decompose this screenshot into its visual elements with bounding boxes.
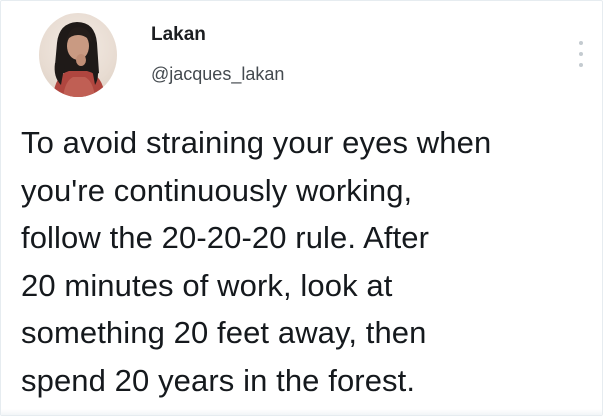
more-dot xyxy=(579,52,583,56)
tweet-card: Lakan @jacques_lakan To avoid straining … xyxy=(0,0,603,416)
tweet-line: To avoid straining your eyes when xyxy=(21,125,492,160)
more-dot xyxy=(579,41,583,45)
display-name[interactable]: Lakan xyxy=(151,21,284,49)
tweet-line: you're continuously working, xyxy=(21,172,413,208)
avatar[interactable] xyxy=(39,13,117,97)
avatar-image xyxy=(53,22,105,97)
more-dot xyxy=(579,63,583,67)
bottom-fade xyxy=(1,409,602,415)
tweet-line: spend 20 years in the forest. xyxy=(21,362,416,398)
tweet-text: To avoid straining your eyes when you're… xyxy=(21,119,596,404)
more-vertical-icon[interactable] xyxy=(577,41,585,67)
tweet-line: 20 minutes of work, look at xyxy=(21,267,393,303)
user-info: Lakan @jacques_lakan xyxy=(151,21,284,87)
tweet-header: Lakan @jacques_lakan xyxy=(39,13,599,109)
user-handle[interactable]: @jacques_lakan xyxy=(151,61,284,87)
tweet-line: something 20 feet away, then xyxy=(21,315,427,350)
tweet-line: follow the 20-20-20 rule. After xyxy=(21,220,430,255)
